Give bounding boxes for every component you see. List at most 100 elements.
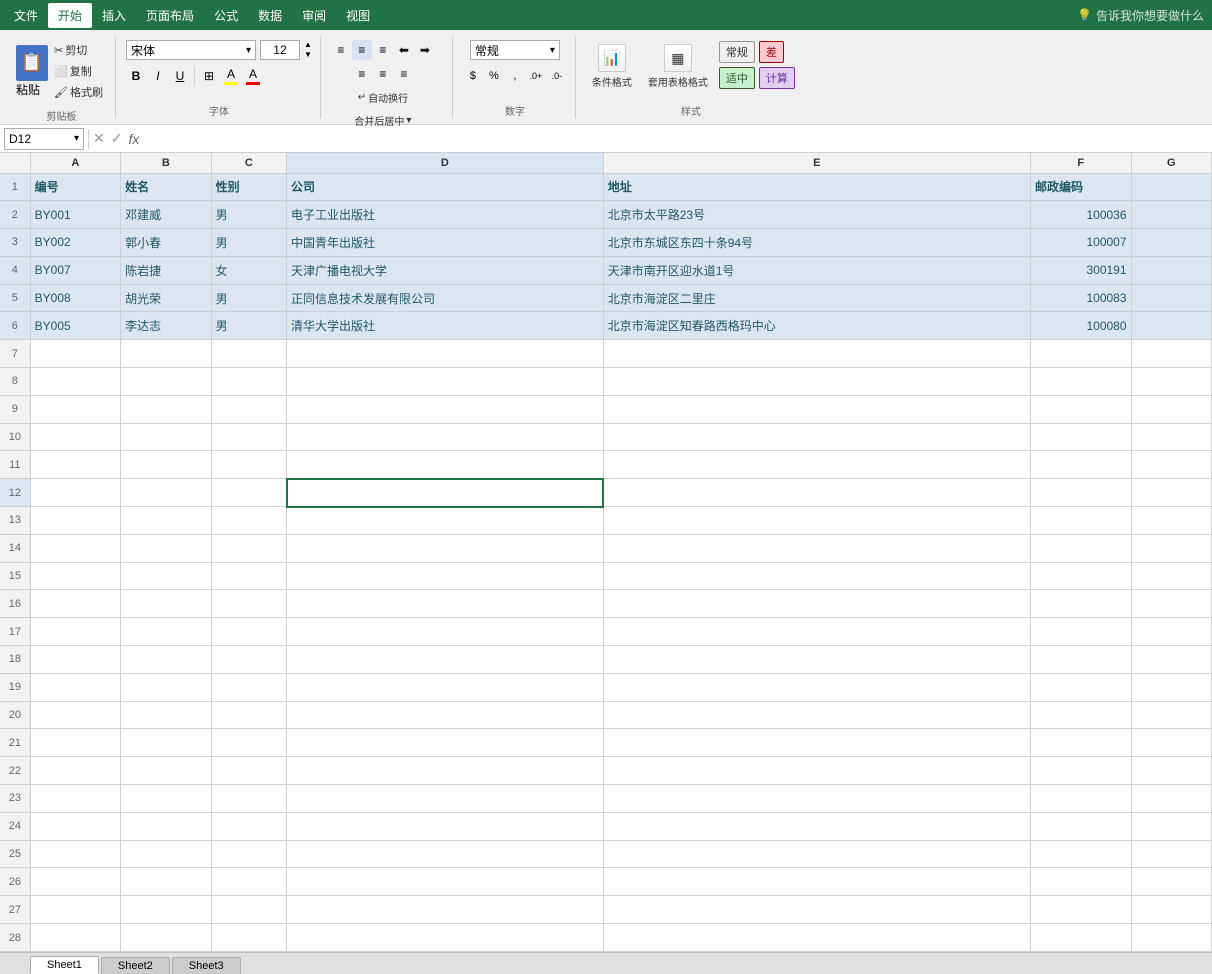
font-size-decrease[interactable]: ▼ [304,50,312,60]
col-header-f[interactable]: F [1030,153,1131,173]
cell-e6[interactable]: 北京市海淀区知春路西格玛中心 [603,312,1030,340]
style-good[interactable]: 适中 [719,67,755,89]
cell-f5[interactable]: 100083 [1030,284,1131,312]
cell-f1[interactable]: 邮政编码 [1030,173,1131,201]
menu-start[interactable]: 开始 [48,3,92,28]
cell-f6[interactable]: 100080 [1030,312,1131,340]
cell-b6[interactable]: 李达志 [121,312,211,340]
cell-g1[interactable] [1131,173,1211,201]
col-header-b[interactable]: B [121,153,211,173]
cell-d6[interactable]: 清华大学出版社 [287,312,604,340]
decimal-decrease[interactable]: .0- [547,66,567,86]
cell-g6[interactable] [1131,312,1211,340]
cell-a4[interactable]: BY007 [30,256,120,284]
percent-button[interactable]: % [484,66,504,86]
cell-ref-box[interactable]: D12 ▾ [4,128,84,150]
italic-button[interactable]: I [148,66,168,86]
cell-b2[interactable]: 邓建威 [121,201,211,229]
menu-formula[interactable]: 公式 [204,3,248,28]
align-bottom-left[interactable]: ≡ [352,64,372,84]
menu-review[interactable]: 审阅 [292,3,336,28]
sheet-tab-1[interactable]: Sheet1 [30,956,99,974]
underline-button[interactable]: U [170,66,190,86]
cell-d1[interactable]: 公司 [287,173,604,201]
border-button[interactable]: ⊞ [199,66,219,86]
cell-e1[interactable]: 地址 [603,173,1030,201]
active-cell-d12[interactable] [287,479,604,507]
cell-a2[interactable]: BY001 [30,201,120,229]
style-calc[interactable]: 计算 [759,67,795,89]
menu-insert[interactable]: 插入 [92,3,136,28]
col-header-e[interactable]: E [603,153,1030,173]
cell-f3[interactable]: 100007 [1030,229,1131,257]
cell-a1[interactable]: 编号 [30,173,120,201]
indent-increase[interactable]: ➡ [415,40,435,60]
bold-button[interactable]: B [126,66,146,86]
conditional-format-button[interactable]: 📊 条件格式 [586,40,638,93]
cell-d5[interactable]: 正同信息技术发展有限公司 [287,284,604,312]
cell-e5[interactable]: 北京市海淀区二里庄 [603,284,1030,312]
cell-c4[interactable]: 女 [211,256,286,284]
cell-e4[interactable]: 天津市南开区迎水道1号 [603,256,1030,284]
align-bottom-right[interactable]: ≡ [394,64,414,84]
cell-c5[interactable]: 男 [211,284,286,312]
align-top-left[interactable]: ≡ [331,40,351,60]
align-top-center[interactable]: ≡ [352,40,372,60]
search-box[interactable]: 💡 告诉我你想要做什么 [1077,7,1208,24]
col-header-d[interactable]: D [287,153,604,173]
cancel-icon[interactable]: ✕ [93,130,105,147]
font-name-box[interactable]: 宋体 ▾ [126,40,256,60]
style-normal[interactable]: 常规 [719,41,755,63]
col-header-c[interactable]: C [211,153,286,173]
comma-button[interactable]: , [505,66,525,86]
currency-button[interactable]: $ [463,66,483,86]
copy-button[interactable]: ⬜ 复制 [50,61,107,81]
menu-data[interactable]: 数据 [248,3,292,28]
sheet-tab-2[interactable]: Sheet2 [101,957,170,974]
cell-c6[interactable]: 男 [211,312,286,340]
col-header-a[interactable]: A [30,153,120,173]
menu-view[interactable]: 视图 [336,3,380,28]
cell-b1[interactable]: 姓名 [121,173,211,201]
cell-a5[interactable]: BY008 [30,284,120,312]
fx-icon[interactable]: fx [128,131,139,147]
menu-file[interactable]: 文件 [4,3,48,28]
cell-g2[interactable] [1131,201,1211,229]
cell-f2[interactable]: 100036 [1030,201,1131,229]
cell-e3[interactable]: 北京市东城区东四十条94号 [603,229,1030,257]
sheet-tab-3[interactable]: Sheet3 [172,957,241,974]
cell-c1[interactable]: 性别 [211,173,286,201]
font-size-box[interactable]: 12 [260,40,300,60]
col-header-g[interactable]: G [1131,153,1211,173]
font-size-increase[interactable]: ▲ [304,40,312,50]
cell-b4[interactable]: 陈岩捷 [121,256,211,284]
paste-button[interactable]: 📋 粘贴 [16,45,48,98]
style-bad[interactable]: 差 [759,41,784,63]
format-painter-button[interactable]: 🖌 格式刷 [50,82,107,102]
cell-e2[interactable]: 北京市太平路23号 [603,201,1030,229]
font-size-arrows[interactable]: ▲ ▼ [304,40,312,60]
cell-f4[interactable]: 300191 [1030,256,1131,284]
cell-d3[interactable]: 中国青年出版社 [287,229,604,257]
cell-a3[interactable]: BY002 [30,229,120,257]
cut-button[interactable]: ✂ 剪切 [50,40,107,60]
align-bottom-center[interactable]: ≡ [373,64,393,84]
fill-color-button[interactable]: A [221,66,241,86]
font-color-button[interactable]: A [243,66,263,86]
cell-b3[interactable]: 郭小春 [121,229,211,257]
table-format-button[interactable]: ▦ 套用表格格式 [642,40,714,93]
cell-a6[interactable]: BY005 [30,312,120,340]
decimal-increase[interactable]: .0+ [526,66,546,86]
indent-decrease[interactable]: ⬅ [394,40,414,60]
cell-d4[interactable]: 天津广播电视大学 [287,256,604,284]
cell-g3[interactable] [1131,229,1211,257]
cell-d2[interactable]: 电子工业出版社 [287,201,604,229]
cell-b5[interactable]: 胡光荣 [121,284,211,312]
confirm-icon[interactable]: ✓ [111,130,123,147]
wrap-text-button[interactable]: ↵ 自动换行 [354,88,412,107]
cell-g5[interactable] [1131,284,1211,312]
align-top-right[interactable]: ≡ [373,40,393,60]
cell-c2[interactable]: 男 [211,201,286,229]
menu-page-layout[interactable]: 页面布局 [136,3,204,28]
cell-g4[interactable] [1131,256,1211,284]
